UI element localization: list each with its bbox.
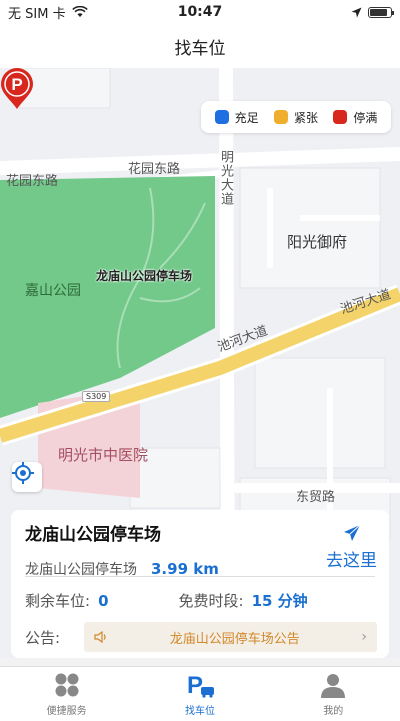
route-shield: S309: [82, 391, 111, 402]
paper-plane-icon: [343, 524, 360, 541]
tab-find-parking[interactable]: P 找车位: [133, 667, 266, 721]
page-title: 找车位: [174, 38, 226, 59]
battery-fill: [370, 8, 387, 16]
map-label-hospital: 明光市中医院: [58, 446, 149, 464]
map-label-dongmao-road: 东贸路: [296, 490, 336, 505]
status-bar: 无 SIM 卡 10:47: [0, 0, 400, 24]
parking-marker-label[interactable]: 龙庙山公园停车场: [96, 267, 192, 284]
speaker-icon: [94, 631, 106, 643]
svg-text:P: P: [187, 672, 203, 699]
free-label: 免费时段:: [178, 592, 244, 610]
tab-services[interactable]: 便捷服务: [0, 667, 133, 721]
parking-stats: 剩余车位: 0 免费时段: 15 分钟: [25, 590, 375, 611]
user-icon: [318, 671, 348, 699]
free-period: 免费时段: 15 分钟: [179, 590, 308, 611]
legend-label: 停满: [353, 110, 378, 125]
legend-item-tight: 紧张: [273, 109, 318, 126]
status-time: 10:47: [177, 4, 223, 20]
notice-label: 公告:: [25, 628, 61, 647]
tab-bar: 便捷服务 P 找车位 我的: [0, 666, 400, 721]
remaining-value: 0: [98, 592, 109, 610]
legend-dot: [333, 110, 348, 124]
legend-label: 紧张: [293, 110, 318, 125]
legend-label: 充足: [234, 110, 259, 125]
parking-name: 龙庙山公园停车场: [25, 525, 161, 545]
tab-label: 便捷服务: [46, 706, 87, 717]
legend-dot: [214, 110, 229, 124]
map-label-jiashan-park: 嘉山公园: [25, 283, 81, 299]
notice-row: 公告: 龙庙山公园停车场公告 ›: [25, 622, 377, 652]
notice-text: 龙庙山公园停车场公告: [169, 631, 300, 647]
map-label-huayuan-east-1: 花园东路: [6, 174, 59, 189]
notice-banner[interactable]: 龙庙山公园停车场公告 ›: [84, 622, 377, 652]
parking-info-card: 龙庙山公园停车场 龙庙山公园停车场 3.99 km 去这里 剩余车位: 0 免费时…: [11, 510, 389, 658]
map-label-huayuan-east-2: 花园东路: [128, 162, 181, 177]
navigate-here-button[interactable]: 去这里: [326, 524, 377, 571]
battery-icon: [368, 6, 394, 18]
legend-dot: [273, 110, 288, 124]
parking-marker-icon[interactable]: P: [0, 68, 34, 110]
parking-icon: P: [185, 671, 215, 699]
crosshair-icon: [12, 462, 34, 484]
nav-bar: 找车位: [0, 24, 400, 68]
legend-item-ample: 充足: [214, 109, 259, 126]
chevron-right-icon: ›: [361, 629, 367, 645]
free-value: 15 分钟: [251, 592, 308, 610]
map-label-yangguang-yufu: 阳光御府: [287, 233, 348, 251]
grid-icon: [52, 671, 82, 699]
tab-profile[interactable]: 我的: [267, 667, 400, 721]
tab-label: 找车位: [184, 706, 215, 717]
card-divider: [25, 576, 375, 577]
tab-label: 我的: [323, 706, 344, 717]
remaining-label: 剩余车位:: [25, 592, 91, 610]
locate-me-button[interactable]: [12, 462, 42, 492]
svg-text:P: P: [11, 75, 22, 94]
legend-item-full: 停满: [333, 109, 377, 126]
map-label-mingguang-avenue: 明光大道: [218, 150, 233, 206]
availability-legend: 充足 紧张 停满: [201, 101, 391, 133]
remaining-spots: 剩余车位: 0: [25, 590, 109, 611]
navigate-label: 去这里: [326, 551, 377, 571]
